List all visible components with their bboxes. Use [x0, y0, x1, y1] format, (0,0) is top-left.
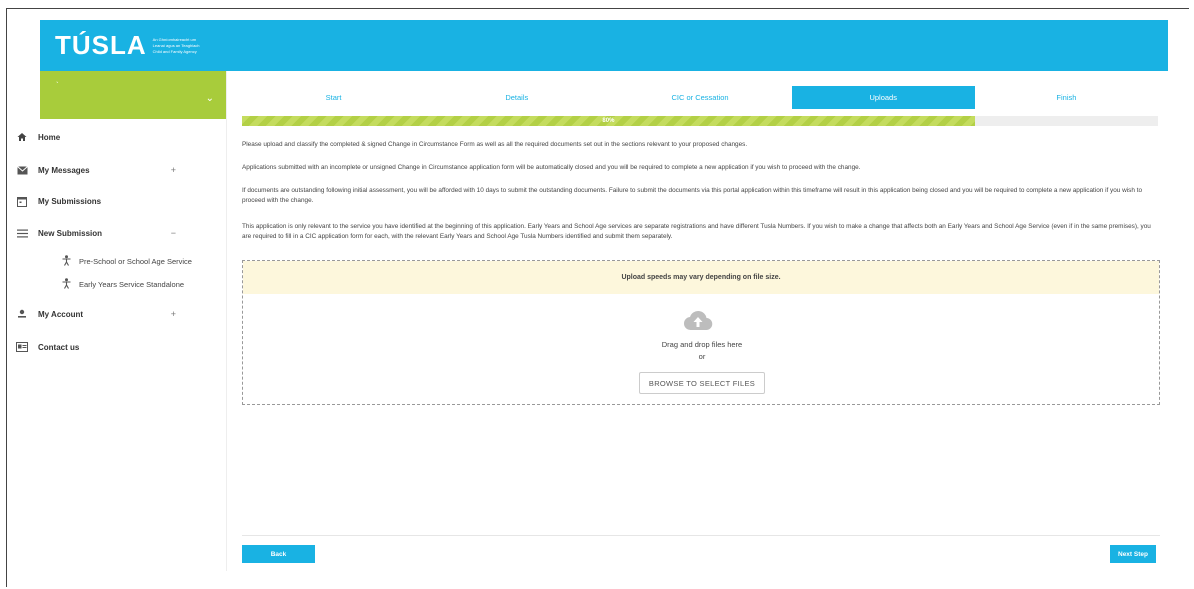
tusla-logo[interactable]: TÚSLA An Ghníomhaireacht um Leanaí agus …	[55, 32, 200, 58]
sidebar-item-label: New Submission	[38, 228, 103, 238]
chevron-down-icon[interactable]: ⌄	[206, 93, 214, 104]
sidebar-item-home[interactable]: Home	[16, 131, 176, 143]
app-header: TÚSLA An Ghníomhaireacht um Leanaí agus …	[40, 20, 1168, 71]
step-finish[interactable]: Finish	[975, 86, 1158, 109]
logo-subtitle: An Ghníomhaireacht um Leanaí agus an Tea…	[153, 37, 200, 54]
sidebar-item-label: Contact us	[38, 342, 80, 352]
footer-divider	[242, 535, 1160, 536]
user-dropdown[interactable]: ` ⌄	[40, 71, 226, 119]
envelope-icon	[16, 164, 28, 176]
expand-icon[interactable]: +	[171, 309, 176, 319]
next-step-button[interactable]: Next Step	[1110, 545, 1156, 563]
sidebar-item-label: My Submissions	[38, 196, 102, 206]
or-text: or	[698, 352, 706, 361]
user-marker: `	[56, 81, 59, 90]
sidebar: ` ⌄	[40, 71, 227, 571]
calendar-icon	[16, 195, 28, 207]
sidebar-item-new-submission[interactable]: New Submission −	[16, 227, 176, 239]
step-cic-or-cessation[interactable]: CIC or Cessation	[608, 86, 791, 109]
person-icon	[16, 308, 28, 320]
cloud-upload-icon	[683, 310, 713, 331]
logo-wordmark: TÚSLA	[55, 30, 147, 60]
sidebar-item-label: Home	[38, 132, 61, 142]
step-start[interactable]: Start	[242, 86, 425, 109]
sidebar-item-contact-us[interactable]: Contact us	[16, 341, 176, 353]
menu-icon	[16, 227, 28, 239]
contact-card-icon	[16, 341, 28, 353]
sidebar-item-label: My Messages	[38, 165, 90, 175]
progress-label: 80%	[602, 118, 615, 124]
logo-subtitle-line: Leanaí agus an Teaghlach	[152, 42, 200, 48]
sidebar-subitem-early-years[interactable]: Early Years Service Standalone	[62, 278, 184, 291]
service-relevance-text: This application is only relevant to the…	[242, 223, 1151, 240]
instruction-text: Please upload and classify the completed…	[242, 141, 748, 148]
step-uploads[interactable]: Uploads	[791, 86, 975, 109]
logo-subtitle-line: An Ghníomhaireacht um	[152, 36, 197, 42]
wizard-steps: Start Details CIC or Cessation Uploads F…	[242, 86, 1158, 109]
home-icon	[16, 131, 28, 143]
upload-dropzone[interactable]: Upload speeds may vary depending on file…	[242, 260, 1160, 405]
sidebar-item-my-submissions[interactable]: My Submissions	[16, 195, 176, 207]
child-icon	[62, 278, 71, 291]
back-button[interactable]: Back	[242, 545, 315, 563]
sidebar-item-label: My Account	[38, 309, 84, 319]
outstanding-documents-text: If documents are outstanding following i…	[242, 187, 1143, 204]
browse-files-button[interactable]: BROWSE TO SELECT FILES	[639, 372, 765, 394]
upload-speed-notice: Upload speeds may vary depending on file…	[243, 261, 1159, 294]
logo-subtitle-line: Child and Family Agency	[152, 48, 197, 54]
warning-text: Applications submitted with an incomplet…	[242, 164, 861, 171]
drag-drop-text: Drag and drop files here	[661, 340, 743, 349]
sidebar-subitem-label: Pre-School or School Age Service	[79, 257, 192, 266]
sidebar-item-my-messages[interactable]: My Messages +	[16, 164, 176, 176]
sidebar-subitem-label: Early Years Service Standalone	[79, 280, 185, 289]
progress-bar: 80%	[242, 116, 1158, 126]
step-details[interactable]: Details	[425, 86, 608, 109]
collapse-icon[interactable]: −	[171, 228, 176, 238]
sidebar-item-my-account[interactable]: My Account +	[16, 308, 176, 320]
sidebar-subitem-pre-school[interactable]: Pre-School or School Age Service	[62, 255, 192, 268]
child-icon	[62, 255, 71, 268]
expand-icon[interactable]: +	[171, 165, 176, 175]
